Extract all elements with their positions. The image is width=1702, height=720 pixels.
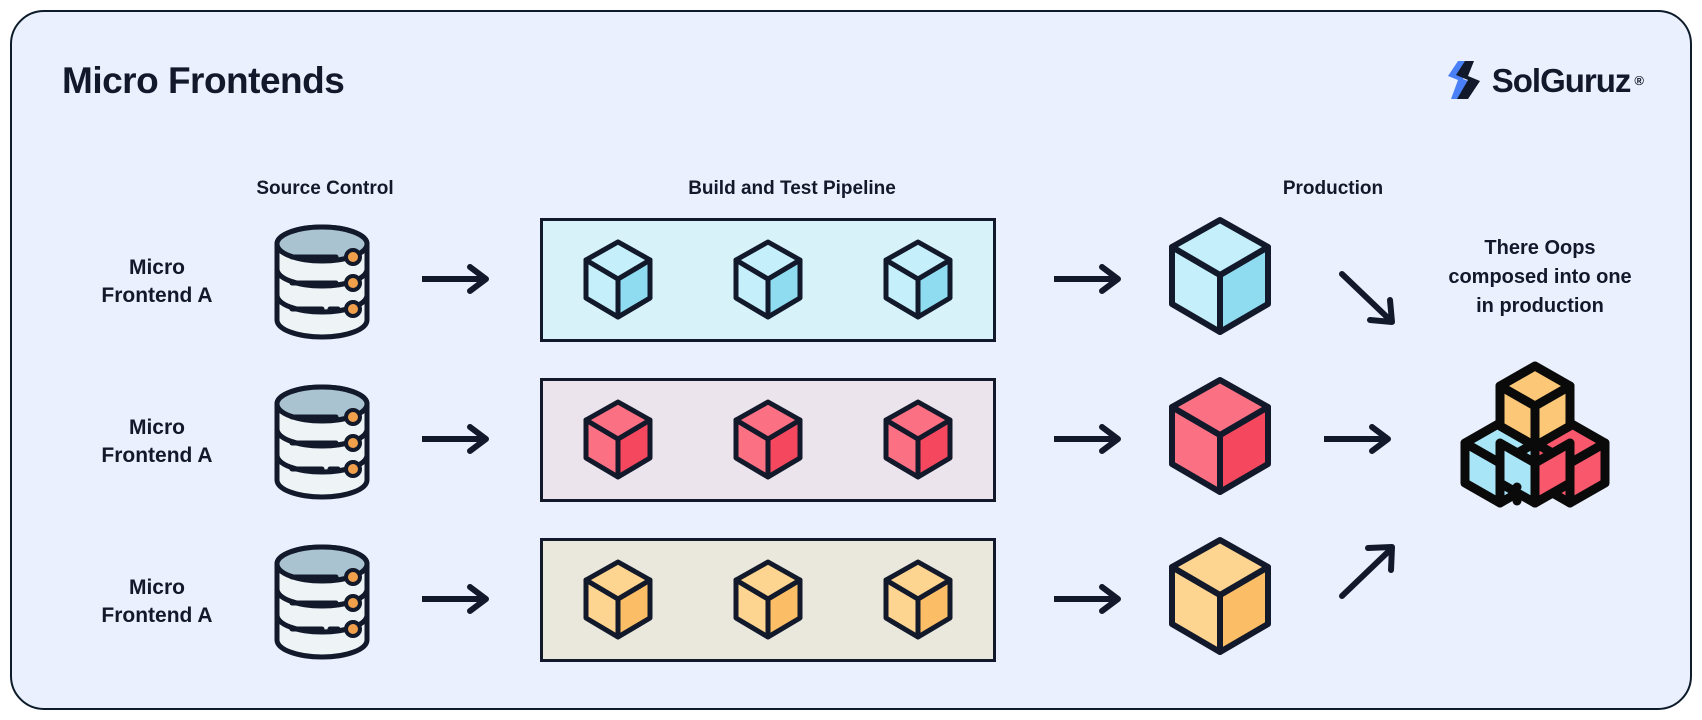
row-label-line2: Frontend A <box>101 284 213 308</box>
arrow-up-right-icon <box>1339 544 1395 599</box>
cube-icon-red-2 <box>733 399 803 480</box>
column-header-production: Production <box>1282 178 1384 199</box>
database-cylinder-icon-row-1 <box>274 224 370 340</box>
registered-mark: ® <box>1634 72 1644 88</box>
cube-icon-blue-1 <box>583 239 653 320</box>
row-label-line1: Micro <box>128 576 185 599</box>
pipeline-panel-orange <box>540 538 996 662</box>
cube-icon-orange-2 <box>733 559 803 640</box>
pipeline-panel-blue <box>540 218 996 342</box>
cube-icon-production-red <box>1169 377 1271 495</box>
arrow-down-right-icon <box>1339 271 1395 325</box>
row-label-micro-frontend-a-red: Micro Frontend A <box>12 414 302 471</box>
composed-note: There Oops composed into one in producti… <box>1415 234 1665 321</box>
cube-icon-orange-3 <box>883 559 953 640</box>
cube-icon-red-1 <box>583 399 653 480</box>
row-label-line2: Frontend A <box>101 444 213 468</box>
three-cubes-cluster-icon <box>1460 361 1610 508</box>
row-label-micro-frontend-a-orange: Micro Frontend A <box>12 574 302 631</box>
brand-name: SolGuruz <box>1491 61 1632 99</box>
page-title: Micro Frontends <box>62 60 345 101</box>
arrow-right-icon-row-2-to-production <box>1054 424 1121 454</box>
composed-note-line2: composed into one <box>1448 266 1632 288</box>
row-label-micro-frontend-a-blue: Micro Frontend A <box>12 254 302 311</box>
brand-logo: SolGuruz ® <box>1444 58 1644 102</box>
column-header-build-and-test-pipeline: Build and Test Pipeline <box>688 178 896 199</box>
diagram-card: Micro Frontends SolGuruz ® Source Contro… <box>10 10 1692 710</box>
cube-icon-red-3 <box>883 399 953 480</box>
row-label-line1: Micro <box>128 416 185 439</box>
cube-icon-production-orange <box>1169 537 1271 655</box>
composed-note-line1: There Oops <box>1484 237 1596 259</box>
arrow-right-icon-row-2-to-cluster <box>1324 424 1391 454</box>
arrow-right-icon-row-3-to-production <box>1054 584 1121 614</box>
arrow-right-icon-row-1-to-pipeline <box>422 264 489 294</box>
database-cylinder-icon-row-3 <box>274 544 370 660</box>
cube-icon-blue-3 <box>883 239 953 320</box>
cube-icon-blue-2 <box>733 239 803 320</box>
row-label-line1: Micro <box>128 256 185 279</box>
column-header-source-control: Source Control <box>256 178 394 199</box>
arrow-right-icon-row-2-to-pipeline <box>422 424 489 454</box>
diagram-canvas: Micro Frontends SolGuruz ® Source Contro… <box>0 0 1702 720</box>
solguruz-s-mark-icon <box>1444 58 1488 102</box>
pipeline-panel-red <box>540 378 996 502</box>
row-label-line2: Frontend A <box>101 604 213 628</box>
cube-icon-orange-1 <box>583 559 653 640</box>
composed-note-line3: in production <box>1476 295 1604 317</box>
cube-icon-production-blue <box>1169 217 1271 335</box>
arrow-right-icon-row-1-to-production <box>1054 264 1121 294</box>
database-cylinder-icon-row-2 <box>274 384 370 500</box>
arrow-right-icon-row-3-to-pipeline <box>422 584 489 614</box>
